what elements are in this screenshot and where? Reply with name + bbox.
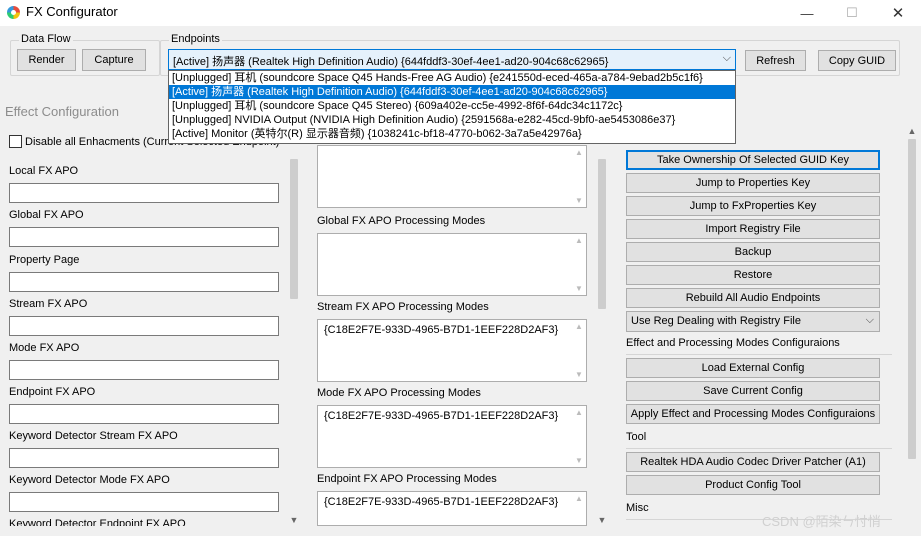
endpoint-option[interactable]: [Unplugged] NVIDIA Output (NVIDIA High D… [169, 113, 735, 127]
stream-modes-value: {C18E2F7E-933D-4965-B7D1-1EEF228D2AF3} [324, 324, 559, 336]
csdn-watermark: CSDN @陌染ㄣ忖悄 [762, 514, 881, 529]
endpoint-modes-box[interactable]: {C18E2F7E-933D-4965-B7D1-1EEF228D2AF3} ▲ [317, 491, 587, 526]
effect-section-label: Effect and Processing Modes Configuraion… [626, 337, 840, 349]
jump-fxproperties-button[interactable]: Jump to FxProperties Key [626, 196, 880, 216]
box-scroll-arrows: ▲ ▼ [575, 148, 583, 205]
disable-all-checkbox[interactable] [9, 135, 22, 148]
endpoint-fx-apo-field[interactable] [9, 404, 279, 424]
left-scrollbar-thumb[interactable] [290, 159, 298, 299]
product-config-button[interactable]: Product Config Tool [626, 475, 880, 495]
stream-fx-apo-label: Stream FX APO [9, 298, 88, 310]
window-title: FX Configurator [26, 4, 118, 19]
misc-section-label: Misc [626, 502, 649, 514]
global-modes-box[interactable]: ▲ ▼ [317, 233, 587, 296]
rebuild-endpoints-button[interactable]: Rebuild All Audio Endpoints [626, 288, 880, 308]
local-fx-apo-field[interactable] [9, 183, 279, 203]
box-scroll-arrows: ▲ ▼ [575, 322, 583, 379]
stream-fx-apo-field[interactable] [9, 316, 279, 336]
scroll-down-icon[interactable]: ▼ [596, 514, 608, 526]
kd-endpoint-fx-apo-label: Keyword Detector Endpoint FX APO [9, 518, 186, 526]
property-page-field[interactable] [9, 272, 279, 292]
jump-properties-button[interactable]: Jump to Properties Key [626, 173, 880, 193]
middle-scrollbar[interactable]: ▼ [596, 145, 608, 526]
app-icon [7, 6, 20, 19]
restore-button[interactable]: Restore [626, 265, 880, 285]
endpoint-selected-value: [Active] 扬声器 (Realtek High Definition Au… [173, 56, 609, 68]
global-fx-apo-label: Global FX APO [9, 209, 84, 221]
reg-dealing-value: Use Reg Dealing with Registry File [631, 315, 801, 327]
global-modes-label: Global FX APO Processing Modes [317, 215, 486, 227]
endpoint-option[interactable]: [Active] Monitor (英特尔(R) 显示器音频) {1038241… [169, 127, 735, 141]
stream-modes-label: Stream FX APO Processing Modes [317, 301, 489, 313]
minimize-icon[interactable]: — [784, 0, 830, 26]
refresh-button[interactable]: Refresh [745, 50, 806, 71]
box-scroll-arrows: ▲ ▼ [575, 236, 583, 293]
data-flow-label: Data Flow [19, 33, 73, 45]
load-config-button[interactable]: Load External Config [626, 358, 880, 378]
import-registry-button[interactable]: Import Registry File [626, 219, 880, 239]
mode-modes-value: {C18E2F7E-933D-4965-B7D1-1EEF228D2AF3} [324, 410, 559, 422]
mode-fx-apo-field[interactable] [9, 360, 279, 380]
global-fx-apo-field[interactable] [9, 227, 279, 247]
local-modes-box[interactable]: ▲ ▼ [317, 145, 587, 208]
endpoint-select[interactable]: [Active] 扬声器 (Realtek High Definition Au… [168, 49, 736, 70]
property-page-label: Property Page [9, 254, 80, 266]
copy-guid-button[interactable]: Copy GUID [818, 50, 896, 71]
box-scroll-arrows: ▲ ▼ [575, 408, 583, 465]
take-ownership-button[interactable]: Take Ownership Of Selected GUID Key [626, 150, 880, 170]
endpoint-option-selected[interactable]: [Active] 扬声器 (Realtek High Definition Au… [169, 85, 735, 99]
reg-dealing-select[interactable]: Use Reg Dealing with Registry File ⌵ [626, 311, 880, 332]
title-bar: FX Configurator — ☐ ✕ [0, 0, 921, 26]
endpoint-fx-apo-label: Endpoint FX APO [9, 386, 96, 398]
apply-config-button[interactable]: Apply Effect and Processing Modes Config… [626, 404, 880, 424]
mode-fx-apo-label: Mode FX APO [9, 342, 80, 354]
close-icon[interactable]: ✕ [875, 0, 921, 26]
left-scrollbar[interactable]: ▼ [288, 145, 300, 526]
right-scrollbar[interactable]: ▲ [906, 125, 918, 526]
endpoint-modes-label: Endpoint FX APO Processing Modes [317, 473, 497, 485]
endpoint-option[interactable]: [Unplugged] 耳机 (soundcore Space Q45 Ster… [169, 99, 735, 113]
local-fx-apo-label: Local FX APO [9, 165, 79, 177]
realtek-patcher-button[interactable]: Realtek HDA Audio Codec Driver Patcher (… [626, 452, 880, 472]
kd-mode-fx-apo-field[interactable] [9, 492, 279, 512]
right-scrollbar-thumb[interactable] [908, 139, 916, 459]
backup-button[interactable]: Backup [626, 242, 880, 262]
save-config-button[interactable]: Save Current Config [626, 381, 880, 401]
stream-modes-box[interactable]: {C18E2F7E-933D-4965-B7D1-1EEF228D2AF3} ▲… [317, 319, 587, 382]
effect-config-title: Effect Configuration [5, 104, 119, 119]
mode-modes-label: Mode FX APO Processing Modes [317, 387, 481, 399]
kd-mode-fx-apo-label: Keyword Detector Mode FX APO [9, 474, 170, 486]
endpoint-modes-value: {C18E2F7E-933D-4965-B7D1-1EEF228D2AF3} [324, 496, 559, 508]
chevron-down-icon: ⌵ [865, 314, 874, 326]
kd-stream-fx-apo-field[interactable] [9, 448, 279, 468]
box-scroll-arrows: ▲ [575, 494, 583, 503]
middle-scrollbar-thumb[interactable] [598, 159, 606, 309]
endpoint-dropdown-list: [Unplugged] 耳机 (soundcore Space Q45 Hand… [168, 70, 736, 144]
section-divider [626, 354, 892, 355]
capture-button[interactable]: Capture [82, 49, 146, 71]
scroll-up-icon[interactable]: ▲ [906, 125, 918, 137]
tool-section-label: Tool [626, 431, 647, 443]
endpoint-option[interactable]: [Unplugged] 耳机 (soundcore Space Q45 Hand… [169, 71, 735, 85]
render-button[interactable]: Render [17, 49, 76, 71]
mode-modes-box[interactable]: {C18E2F7E-933D-4965-B7D1-1EEF228D2AF3} ▲… [317, 405, 587, 468]
chevron-down-icon: ⌵ [722, 52, 731, 64]
maximize-icon[interactable]: ☐ [829, 0, 875, 26]
section-divider [626, 448, 892, 449]
endpoints-label: Endpoints [169, 33, 222, 45]
kd-stream-fx-apo-label: Keyword Detector Stream FX APO [9, 430, 178, 442]
scroll-down-icon[interactable]: ▼ [288, 514, 300, 526]
